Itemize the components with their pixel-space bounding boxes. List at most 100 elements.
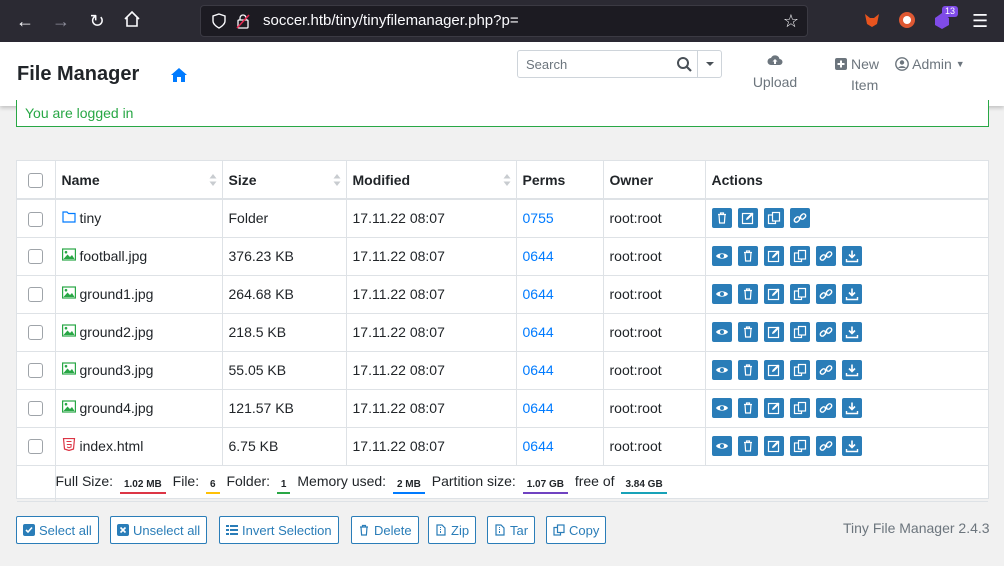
copy-action-icon[interactable] [789,284,810,304]
row-checkbox[interactable] [28,439,44,455]
row-checkbox[interactable] [28,211,44,227]
delete-action-icon[interactable] [737,436,758,456]
select-all-button[interactable]: Select all [16,516,99,544]
url-bar[interactable]: soccer.htb/tiny/tinyfilemanager.php?p= ☆ [200,5,808,37]
rename-action-icon[interactable] [763,360,784,380]
brand-title[interactable]: File Manager [17,63,139,86]
invert-selection-button[interactable]: Invert Selection [219,516,339,544]
copy-button[interactable]: Copy [546,516,607,544]
file-name[interactable]: football.jpg [80,248,148,264]
header-size[interactable]: Size [222,161,347,200]
admin-menu[interactable]: Admin ▼ [895,56,965,72]
table-row[interactable]: ground1.jpg 264.68 KB 17.11.22 08:07 0644 ro… [17,275,988,314]
delete-action-icon[interactable] [737,398,758,418]
table-row[interactable]: tiny Folder 17.11.22 08:07 0755 root:root [17,199,988,238]
copy-action-icon[interactable] [789,360,810,380]
file-name-cell[interactable]: ground4.jpg [55,389,223,428]
file-name-cell[interactable]: ground2.jpg [55,313,223,352]
file-perms-link[interactable]: 0644 [523,248,554,264]
delete-action-icon[interactable] [737,360,758,380]
copy-action-icon[interactable] [789,436,810,456]
link-action-icon[interactable] [815,246,836,266]
select-all-checkbox[interactable] [28,172,44,188]
download-action-icon[interactable] [841,322,862,342]
file-perms-link[interactable]: 0644 [523,438,554,454]
file-name[interactable]: ground1.jpg [80,286,154,302]
download-action-icon[interactable] [841,398,862,418]
file-name[interactable]: ground3.jpg [80,362,154,378]
copy-action-icon[interactable] [789,398,810,418]
delete-action-icon[interactable] [711,208,732,229]
file-name-cell[interactable]: tiny [55,199,223,238]
delete-action-icon[interactable] [737,246,758,266]
rename-action-icon[interactable] [763,246,784,266]
menu-hamburger-icon[interactable]: ☰ [972,11,988,32]
rename-action-icon[interactable] [763,322,784,342]
extension-duckduckgo-icon[interactable] [897,10,917,30]
delete-action-icon[interactable] [737,322,758,342]
view-action-icon[interactable] [711,360,732,380]
header-modified[interactable]: Modified [346,161,517,200]
delete-action-icon[interactable] [737,284,758,304]
file-name-cell[interactable]: ground1.jpg [55,275,223,314]
view-action-icon[interactable] [711,322,732,342]
row-checkbox[interactable] [28,325,44,341]
view-action-icon[interactable] [711,436,732,456]
download-action-icon[interactable] [841,436,862,456]
zip-button[interactable]: Zip [428,516,477,544]
file-name-cell[interactable]: ground3.jpg [55,351,223,390]
forward-arrow-icon[interactable]: → [50,10,72,32]
row-checkbox[interactable] [28,401,44,417]
extension-fox-icon[interactable] [862,10,882,30]
row-checkbox[interactable] [28,249,44,265]
download-action-icon[interactable] [841,246,862,266]
table-row[interactable]: ground3.jpg 55.05 KB 17.11.22 08:07 0644 roo… [17,351,988,390]
tar-button[interactable]: Tar [487,516,536,544]
file-perms-link[interactable]: 0644 [523,324,554,340]
file-name[interactable]: ground2.jpg [80,324,154,340]
search-input[interactable] [518,51,671,77]
rename-action-icon[interactable] [763,284,784,304]
home-browser-icon[interactable] [121,10,143,32]
file-perms-link[interactable]: 0644 [523,286,554,302]
table-row[interactable]: index.html 6.75 KB 17.11.22 08:07 0644 root:… [17,427,988,466]
file-perms-link[interactable]: 0755 [523,210,554,226]
delete-button[interactable]: Delete [351,516,419,544]
row-checkbox[interactable] [28,287,44,303]
home-icon[interactable] [170,67,188,83]
search-icon[interactable] [671,51,697,77]
file-name-cell[interactable]: index.html [55,427,223,466]
file-name[interactable]: tiny [80,210,102,226]
file-name[interactable]: ground4.jpg [80,400,154,416]
view-action-icon[interactable] [711,398,732,418]
link-action-icon[interactable] [789,208,810,229]
bookmark-star-icon[interactable]: ☆ [783,11,799,32]
file-perms-link[interactable]: 0644 [523,400,554,416]
view-action-icon[interactable] [711,284,732,304]
copy-action-icon[interactable] [789,322,810,342]
file-name-cell[interactable]: football.jpg [55,237,223,276]
search-dropdown-caret-icon[interactable] [697,51,722,77]
unselect-all-button[interactable]: Unselect all [110,516,208,544]
rename-action-icon[interactable] [763,398,784,418]
view-action-icon[interactable] [711,246,732,266]
download-action-icon[interactable] [841,284,862,304]
rename-action-icon[interactable] [763,436,784,456]
copy-action-icon[interactable] [789,246,810,266]
table-row[interactable]: football.jpg 376.23 KB 17.11.22 08:07 0644 r… [17,237,988,276]
tracking-shield-icon[interactable] [211,13,227,29]
file-perms-link[interactable]: 0644 [523,362,554,378]
download-action-icon[interactable] [841,360,862,380]
link-action-icon[interactable] [815,360,836,380]
insecure-lock-icon[interactable] [235,13,251,29]
copy-action-icon[interactable] [763,208,784,229]
table-row[interactable]: ground2.jpg 218.5 KB 17.11.22 08:07 0644 roo… [17,313,988,352]
link-action-icon[interactable] [815,284,836,304]
link-action-icon[interactable] [815,436,836,456]
link-action-icon[interactable] [815,398,836,418]
rename-action-icon[interactable] [737,208,758,229]
upload-button[interactable]: Upload [751,53,799,90]
link-action-icon[interactable] [815,322,836,342]
table-row[interactable]: ground4.jpg 121.57 KB 17.11.22 08:07 0644 ro… [17,389,988,428]
row-checkbox[interactable] [28,363,44,379]
